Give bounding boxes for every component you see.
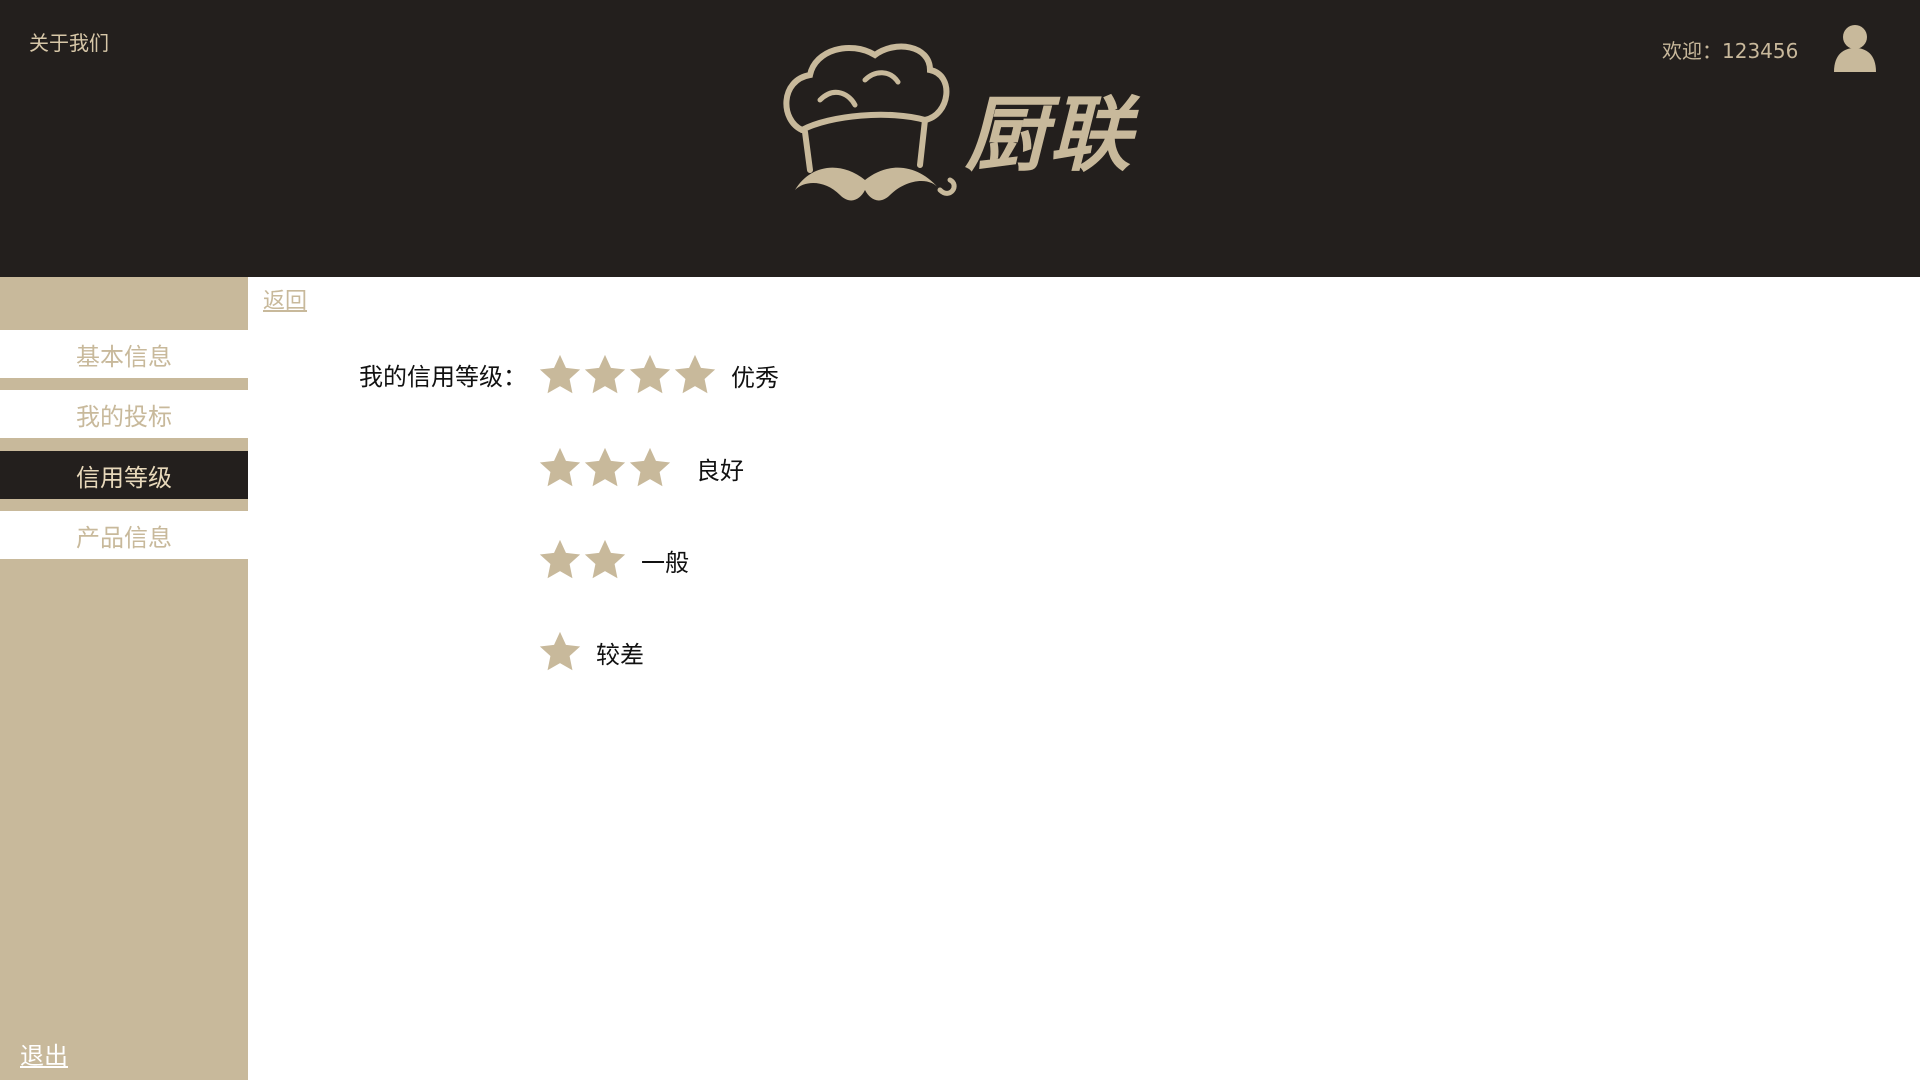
- star-icon: [674, 354, 716, 394]
- star-icon: [584, 447, 626, 487]
- top-header: 关于我们 厨联 欢迎：123456: [0, 0, 1920, 277]
- star-icon: [629, 354, 671, 394]
- back-link[interactable]: 返回: [263, 283, 307, 315]
- credit-level-row-average: 一般: [537, 537, 689, 583]
- level-label: 一般: [641, 548, 689, 577]
- credit-level-row-good: 良好: [537, 445, 744, 491]
- star-group: [537, 445, 672, 491]
- level-label: 良好: [696, 456, 744, 485]
- level-label: 优秀: [731, 363, 779, 392]
- sidebar-item-label: 产品信息: [76, 523, 172, 552]
- sidebar-item-label: 我的投标: [76, 402, 172, 431]
- logout-link[interactable]: 退出: [20, 1036, 68, 1071]
- welcome-text: 欢迎：123456: [1662, 39, 1799, 63]
- star-icon: [539, 631, 581, 671]
- star-icon: [584, 539, 626, 579]
- sidebar-item-credit-level[interactable]: 信用等级: [0, 451, 248, 499]
- sidebar-item-product-info[interactable]: 产品信息: [0, 511, 248, 559]
- credit-level-row-poor: 较差: [537, 629, 644, 675]
- credit-level-label: 我的信用等级：: [359, 363, 527, 391]
- star-icon: [539, 447, 581, 487]
- sidebar: 基本信息 我的投标 信用等级 产品信息: [0, 277, 248, 1080]
- star-icon: [539, 539, 581, 579]
- main-content: 返回 我的信用等级： 优秀 良好 一般 较差: [248, 277, 1920, 1080]
- sidebar-item-basic-info[interactable]: 基本信息: [0, 330, 248, 378]
- credit-level-row-excellent: 优秀: [537, 352, 779, 398]
- user-avatar-icon[interactable]: [1832, 24, 1878, 72]
- sidebar-item-my-bids[interactable]: 我的投标: [0, 390, 248, 438]
- star-group: [537, 629, 582, 675]
- star-icon: [629, 447, 671, 487]
- brand-name: 厨联: [965, 88, 1133, 183]
- star-group: [537, 352, 717, 398]
- star-icon: [584, 354, 626, 394]
- level-label: 较差: [596, 640, 644, 669]
- star-group: [537, 537, 627, 583]
- sidebar-item-label: 信用等级: [76, 463, 172, 492]
- about-us-link[interactable]: 关于我们: [29, 27, 109, 56]
- sidebar-item-label: 基本信息: [76, 342, 172, 371]
- star-icon: [539, 354, 581, 394]
